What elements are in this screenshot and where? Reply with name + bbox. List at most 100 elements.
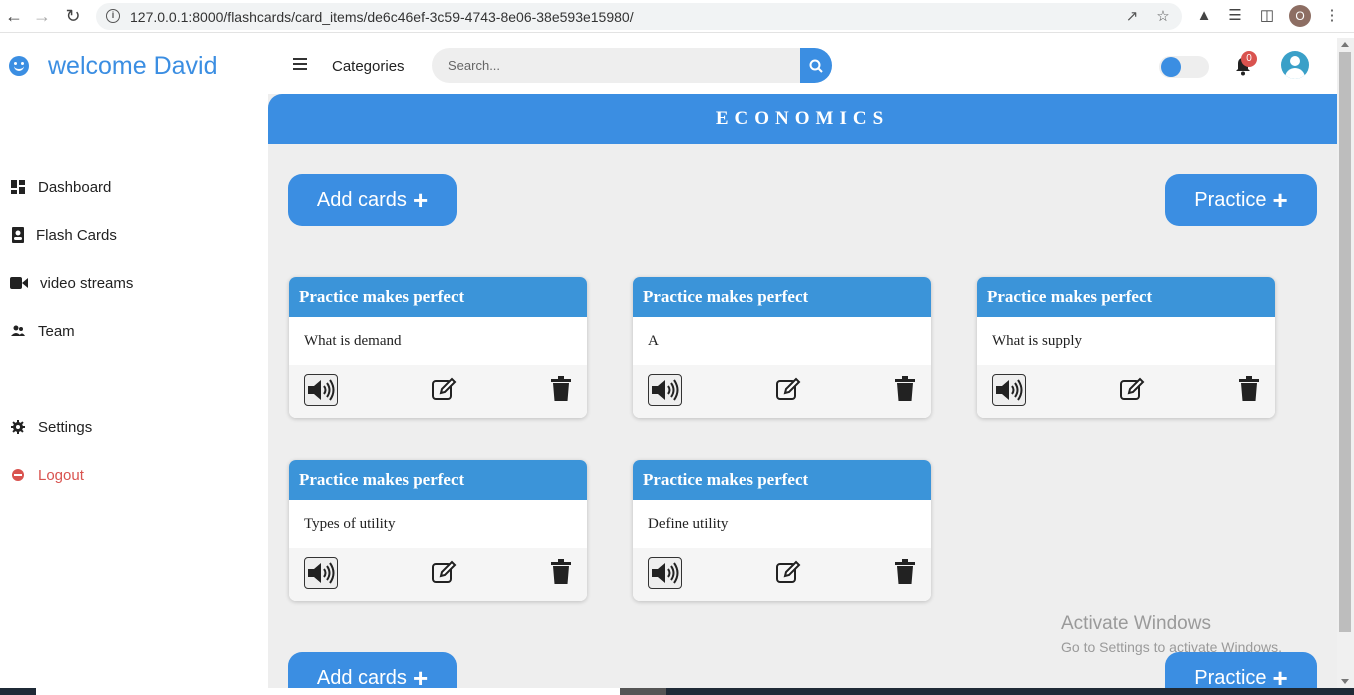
category-title: ECONOMICS [268, 94, 1337, 144]
plus-icon: + [1272, 185, 1288, 215]
user-avatar[interactable] [1281, 51, 1309, 79]
speaker-icon[interactable] [992, 374, 1026, 406]
sidebar-item-logout[interactable]: Logout [10, 463, 84, 487]
search-icon [809, 59, 823, 73]
theme-toggle[interactable] [1159, 56, 1209, 78]
add-cards-label: Add cards [316, 188, 407, 211]
speaker-icon[interactable] [648, 557, 682, 589]
smiley-icon [9, 56, 29, 76]
card-question: What is demand [289, 317, 587, 365]
edit-icon[interactable] [431, 557, 457, 587]
flashcard: Practice makes perfect What is demand [289, 277, 587, 418]
speaker-icon[interactable] [304, 557, 338, 589]
scroll-down-icon[interactable] [1341, 679, 1349, 684]
sidebar-item-label: Dashboard [38, 178, 112, 196]
watermark-line-1: Activate Windows [1061, 613, 1211, 634]
sidebar-item-team[interactable]: Team [10, 319, 75, 343]
activation-watermark: Activate Windows Go to Settings to activ… [1061, 613, 1282, 655]
bookmark-star-icon[interactable]: ☆ [1154, 8, 1172, 26]
edit-icon[interactable] [775, 374, 801, 404]
menu-toggle-icon[interactable] [293, 58, 307, 70]
browser-profile-avatar[interactable]: O [1289, 5, 1311, 27]
extensions-icon[interactable]: ▲ [1195, 7, 1213, 25]
welcome-heading: welcome David [48, 52, 218, 80]
flashcard: Practice makes perfect Define utility [633, 460, 931, 601]
media-control-icon[interactable]: ☰ [1226, 7, 1244, 25]
browser-toolbar: ← → ↻ i 127.0.0.1:8000/flashcards/card_i… [0, 0, 1354, 33]
video-camera-icon [10, 277, 28, 289]
side-panel-icon[interactable]: ◫ [1258, 7, 1276, 25]
page-scrollbar[interactable] [1337, 38, 1354, 688]
team-icon [10, 325, 26, 337]
watermark-line-2: Go to Settings to activate Windows. [1061, 639, 1282, 655]
plus-icon: + [412, 663, 429, 688]
share-icon[interactable]: ↗ [1123, 8, 1141, 26]
toggle-knob [1161, 57, 1181, 77]
card-actions [633, 365, 931, 418]
trash-icon[interactable] [893, 374, 917, 404]
speaker-icon[interactable] [304, 374, 338, 406]
forward-icon[interactable]: → [32, 6, 52, 26]
trash-icon[interactable] [549, 374, 573, 404]
card-question: What is supply [977, 317, 1275, 365]
edit-icon[interactable] [431, 374, 457, 404]
dashboard-icon [10, 180, 26, 194]
practice-button[interactable]: Practice + [1165, 174, 1317, 226]
browser-menu-icon[interactable]: ⋮ [1323, 7, 1341, 25]
trash-icon[interactable] [1237, 374, 1261, 404]
add-cards-button-bottom[interactable]: Add cards + [288, 652, 457, 688]
sidebar-item-label: video streams [40, 274, 134, 292]
search-button[interactable] [800, 48, 832, 83]
scrollbar-thumb[interactable] [1339, 52, 1351, 632]
card-actions [977, 365, 1275, 418]
card-title: Practice makes perfect [977, 277, 1275, 317]
site-info-icon[interactable]: i [106, 9, 120, 23]
sidebar-item-label: Settings [38, 418, 93, 436]
card-title: Practice makes perfect [289, 277, 587, 317]
sidebar-item-settings[interactable]: Settings [10, 415, 92, 439]
logout-icon [10, 468, 26, 482]
flashcard: Practice makes perfect Types of utility [289, 460, 587, 601]
url-text[interactable]: 127.0.0.1:8000/flashcards/card_items/de6… [130, 9, 634, 25]
search-input[interactable] [432, 48, 800, 83]
sidebar-item-video-streams[interactable]: video streams [10, 271, 133, 295]
scroll-up-icon[interactable] [1341, 42, 1349, 47]
main-content: ECONOMICS Add cards + Practice + Practice … [268, 94, 1337, 688]
sidebar-item-label: Flash Cards [36, 226, 117, 244]
notification-badge: 0 [1241, 51, 1257, 67]
address-bar[interactable]: i 127.0.0.1:8000/flashcards/card_items/d… [96, 3, 1182, 30]
card-actions [289, 548, 587, 601]
practice-label: Practice [1194, 666, 1267, 689]
trash-icon[interactable] [893, 557, 917, 587]
flashcards-icon [10, 227, 26, 243]
categories-link[interactable]: Categories [332, 58, 405, 75]
add-cards-button[interactable]: Add cards + [288, 174, 457, 226]
card-actions [289, 365, 587, 418]
reload-icon[interactable]: ↻ [63, 6, 83, 26]
gear-icon [10, 420, 26, 434]
plus-icon: + [412, 185, 429, 215]
card-question: Define utility [633, 500, 931, 548]
sidebar-item-dashboard[interactable]: Dashboard [10, 175, 111, 199]
sidebar-item-flash-cards[interactable]: Flash Cards [10, 223, 117, 247]
flashcard: Practice makes perfect A [633, 277, 931, 418]
card-question: Types of utility [289, 500, 587, 548]
sidebar: welcome David Dashboard Flash Cards vide… [0, 38, 268, 688]
os-taskbar [0, 688, 1354, 695]
card-title: Practice makes perfect [633, 460, 931, 500]
speaker-icon[interactable] [648, 374, 682, 406]
card-actions [633, 548, 931, 601]
card-title: Practice makes perfect [633, 277, 931, 317]
plus-icon: + [1272, 663, 1288, 688]
trash-icon[interactable] [549, 557, 573, 587]
back-icon[interactable]: ← [4, 6, 24, 26]
edit-icon[interactable] [775, 557, 801, 587]
add-cards-label: Add cards [316, 666, 407, 689]
card-title: Practice makes perfect [289, 460, 587, 500]
card-question: A [633, 317, 931, 365]
edit-icon[interactable] [1119, 374, 1145, 404]
sidebar-item-label: Logout [38, 466, 84, 484]
practice-label: Practice [1194, 188, 1267, 211]
search-bar [432, 48, 832, 83]
practice-button-bottom[interactable]: Practice + [1165, 652, 1317, 688]
